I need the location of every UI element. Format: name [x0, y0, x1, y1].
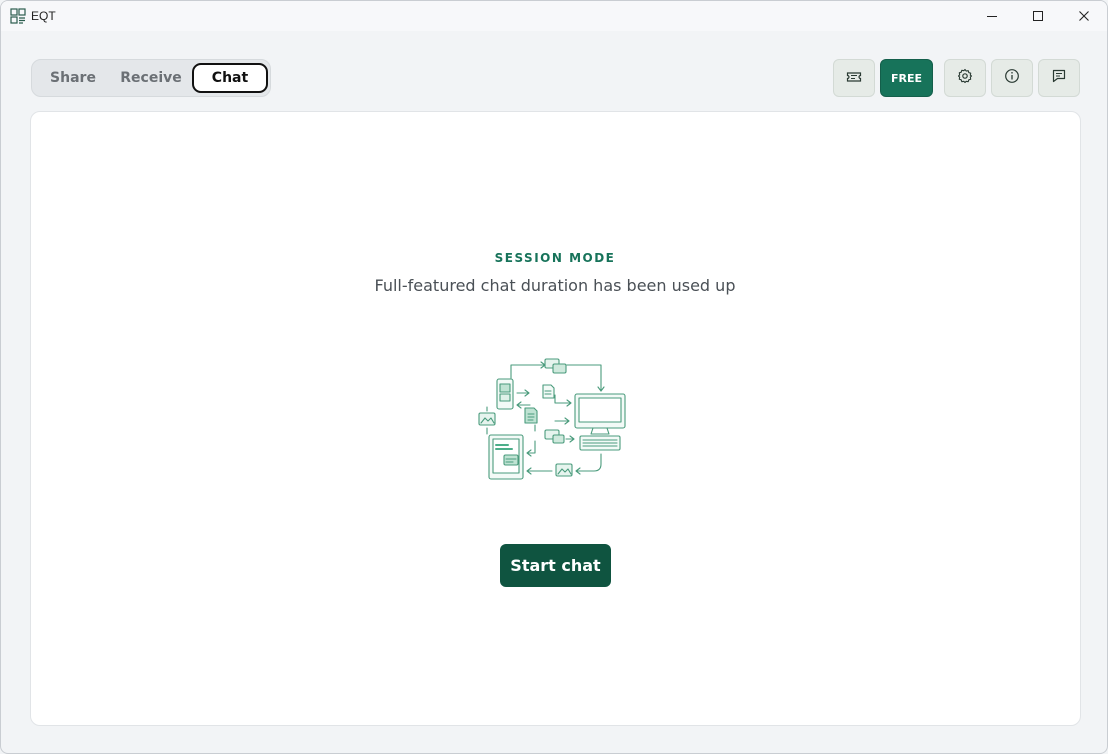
mode-tabs: Share Receive Chat	[31, 59, 271, 97]
ticket-button[interactable]	[833, 59, 875, 97]
gear-icon	[957, 68, 973, 88]
minimize-icon	[986, 7, 998, 26]
info-icon	[1004, 68, 1020, 88]
settings-button[interactable]	[944, 59, 986, 97]
tab-share[interactable]: Share	[38, 63, 108, 93]
feedback-button[interactable]	[1038, 59, 1080, 97]
maximize-button[interactable]	[1015, 1, 1061, 31]
start-chat-button[interactable]: Start chat	[500, 544, 611, 587]
device-sync-illustration	[473, 353, 637, 489]
tab-chat[interactable]: Chat	[192, 63, 268, 93]
app-logo-icon	[10, 8, 26, 24]
tab-receive[interactable]: Receive	[112, 63, 190, 93]
title-bar: EQT	[1, 1, 1107, 31]
maximize-icon	[1032, 7, 1044, 26]
session-mode-label: SESSION MODE	[494, 251, 616, 265]
close-button[interactable]	[1061, 1, 1107, 31]
app-window: EQT Share Receive Chat FREE SESSION MODE…	[0, 0, 1108, 754]
session-message: Full-featured chat duration has been use…	[374, 276, 736, 295]
ticket-icon	[846, 69, 862, 88]
info-button[interactable]	[991, 59, 1033, 97]
free-plan-button[interactable]: FREE	[880, 59, 933, 97]
message-icon	[1051, 68, 1067, 88]
close-icon	[1078, 7, 1090, 26]
window-title: EQT	[31, 9, 56, 23]
minimize-button[interactable]	[969, 1, 1015, 31]
